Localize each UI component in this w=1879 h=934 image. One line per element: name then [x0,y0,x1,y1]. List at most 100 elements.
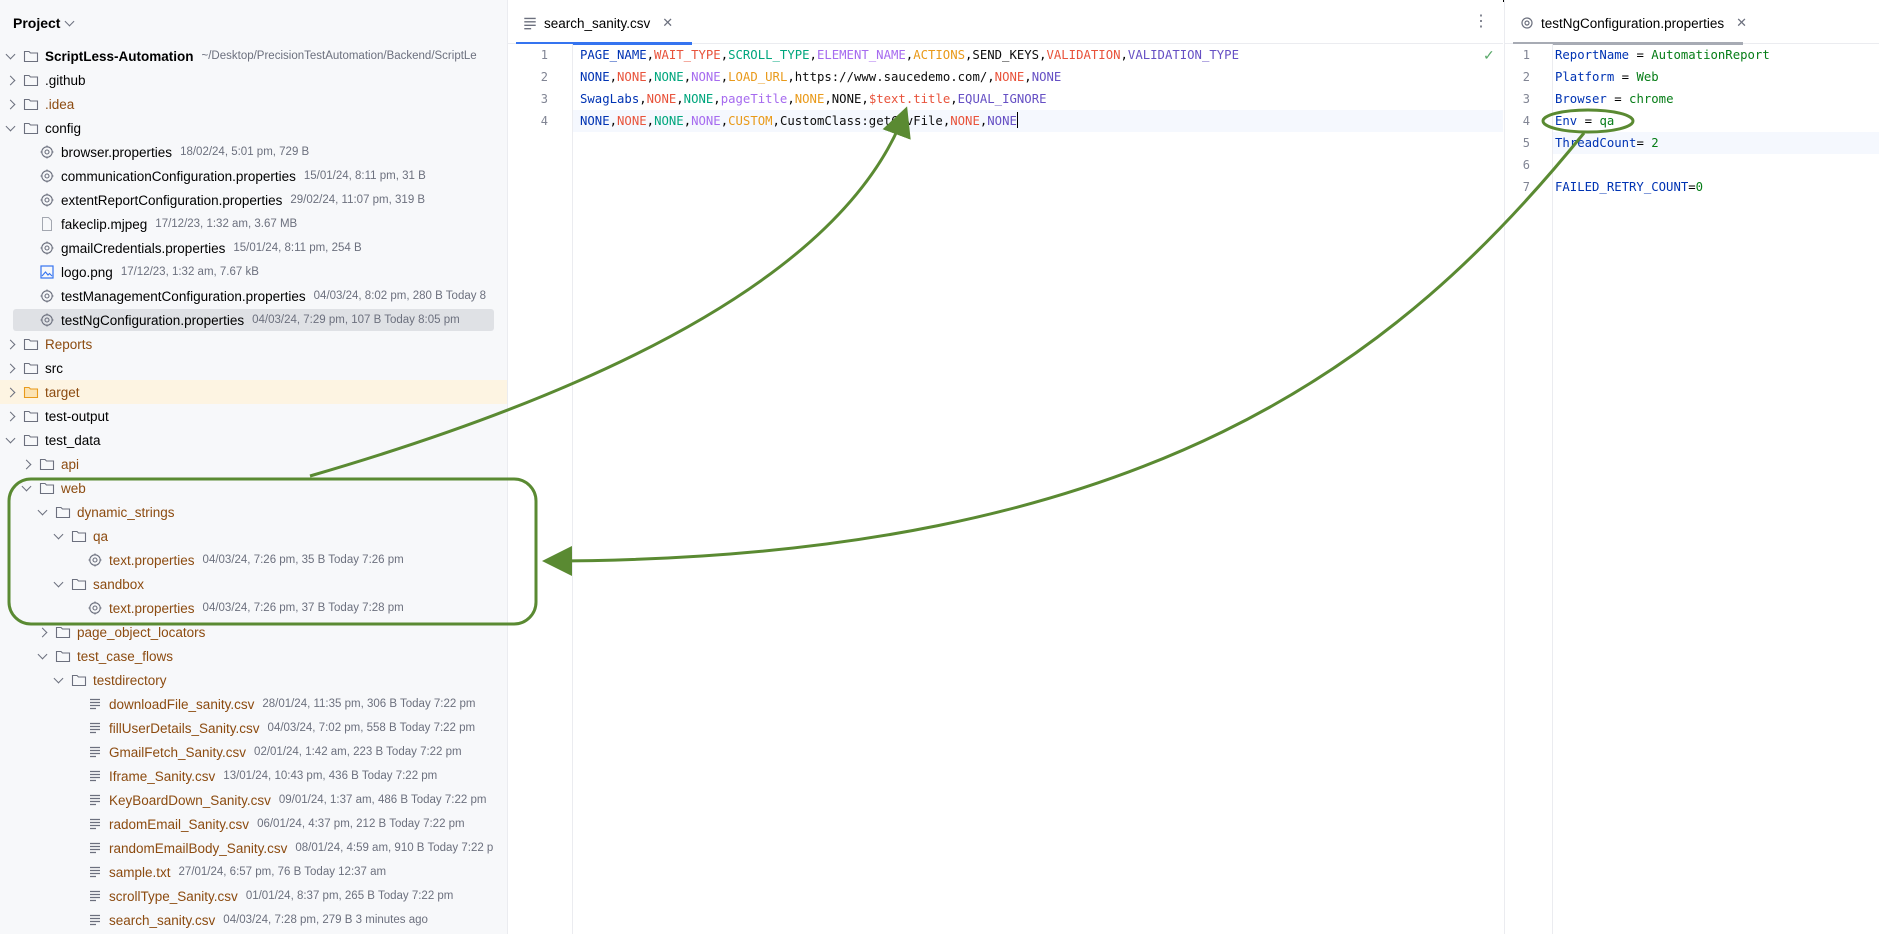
tree-item[interactable]: scrollType_Sanity.csv 01/01/24, 8:37 pm, … [0,884,507,908]
chevron-down-icon[interactable] [65,16,75,26]
file-meta: 01/01/24, 8:37 pm, 265 B Today 7:22 pm [245,890,454,902]
code-token: , [720,114,729,128]
tree-item[interactable]: text.properties 04/03/24, 7:26 pm, 35 B T… [0,548,507,572]
tree-item[interactable]: randomEmailBody_Sanity.csv 08/01/24, 4:59… [0,836,507,860]
tree-item[interactable]: Iframe_Sanity.csv 13/01/24, 10:43 pm, 436… [0,764,507,788]
gear-icon [40,169,54,183]
tree-item[interactable]: config [0,116,507,140]
tree-item[interactable]: gmailCredentials.properties 15/01/24, 8:1… [0,236,507,260]
property-line[interactable]: ReportName = AutomationReport [1555,44,1770,66]
chevron-right-icon[interactable] [5,92,17,116]
folder-icon [71,530,87,543]
tree-item[interactable]: search_sanity.csv 04/03/24, 7:28 pm, 279 … [0,908,507,932]
code-token: , [713,92,721,106]
close-icon[interactable]: ✕ [662,15,673,31]
chevron-down-icon[interactable] [21,476,33,500]
tree-item[interactable]: KeyBoardDown_Sanity.csv 09/01/24, 1:37 am… [0,788,507,812]
chevron-right-icon[interactable] [5,404,17,428]
property-line[interactable]: Env = qa [1555,110,1614,132]
code-line[interactable]: NONE,NONE,NONE,NONE,CUSTOM,CustomClass:g… [580,110,1019,132]
file-meta: ~/Desktop/PrecisionTestAutomation/Backen… [201,50,477,62]
chevron-down-icon[interactable] [53,668,65,692]
tree-item-label: api [61,456,80,472]
tree-item-label: communicationConfiguration.properties [61,168,296,184]
chevron-right-icon[interactable] [37,620,49,644]
chevron-right-icon[interactable] [5,68,17,92]
tree-item[interactable]: api [0,452,507,476]
chevron-down-icon[interactable] [37,500,49,524]
tree-item[interactable]: test_data [0,428,507,452]
tree-item-label: page_object_locators [77,624,206,640]
tree-item[interactable]: src [0,356,507,380]
code-token: SwagLabs [580,92,640,106]
chevron-down-icon[interactable] [5,428,17,452]
chevron-down-icon[interactable] [53,572,65,596]
tree-item[interactable]: ScriptLess-Automation ~/Desktop/Precision… [0,44,507,68]
more-options-icon[interactable]: ⋮ [1473,14,1489,30]
tree-item[interactable]: .github [0,68,507,92]
chevron-right-icon[interactable] [5,356,17,380]
tree-item[interactable]: sandbox [0,572,507,596]
tree-item[interactable]: fillUserDetails_Sanity.csv 04/03/24, 7:02… [0,716,507,740]
tree-item[interactable]: fakeclip.mjpeg 17/12/23, 1:32 am, 3.67 MB [0,212,507,236]
tree-item[interactable]: target [0,380,507,404]
chevron-down-icon[interactable] [37,644,49,668]
tree-item[interactable]: sample.txt 27/01/24, 6:57 pm, 76 B Today … [0,860,507,884]
project-header[interactable]: Project [0,2,507,44]
folder-icon [23,74,39,87]
code-line[interactable]: SwagLabs,NONE,NONE,pageTitle,NONE,NONE,$… [580,88,1047,110]
tree-item[interactable]: Reports [0,332,507,356]
tree-item[interactable]: text.properties 04/03/24, 7:26 pm, 37 B T… [0,596,507,620]
tree-item[interactable]: test_case_flows [0,644,507,668]
code-token: NONE [794,92,825,106]
close-icon[interactable]: ✕ [1736,15,1747,31]
chevron-right-icon[interactable] [5,332,17,356]
tree-item-label: ScriptLess-Automation [45,48,194,64]
tree-item[interactable]: test-output [0,404,507,428]
tree-item[interactable]: testNgConfiguration.properties 04/03/24, … [0,308,507,332]
property-key: Browser [1555,92,1607,106]
line-number: 2 [540,70,548,84]
tree-item[interactable]: GmailFetch_Sanity.csv 02/01/24, 1:42 am, … [0,740,507,764]
chevron-right-icon[interactable] [5,380,17,404]
tree-item[interactable]: communicationConfiguration.properties 15/… [0,164,507,188]
property-separator: = [1688,180,1696,194]
property-line[interactable]: Platform = Web [1555,66,1659,88]
line-number-gutter: 1 2 3 4 [508,44,573,934]
chevron-down-icon[interactable] [53,524,65,548]
folder-icon [23,50,39,63]
project-tool-window: Project ScriptLess-Automation ~/Desktop/P… [0,0,508,934]
chevron-down-icon[interactable] [5,116,17,140]
tree-item[interactable]: dynamic_strings [0,500,507,524]
chevron-right-icon[interactable] [21,452,33,476]
tree-item[interactable]: extentReportConfiguration.properties 29/0… [0,188,507,212]
property-key: FAILED_RETRY_COUNT [1555,180,1689,194]
code-line[interactable]: PAGE_NAME,WAIT_TYPE,SCROLL_TYPE,ELEMENT_… [580,44,1239,66]
code-line[interactable]: NONE,NONE,NONE,NONE,LOAD_URL,https://www… [580,66,1061,88]
tree-item[interactable]: page_object_locators [0,620,507,644]
property-line[interactable]: Browser = chrome [1555,88,1673,110]
tab-testng-configuration[interactable]: testNgConfiguration.properties ✕ [1513,2,1747,45]
text-file-icon [90,698,100,710]
tree-item[interactable]: qa [0,524,507,548]
property-line[interactable]: ThreadCount= 2 [1555,132,1659,154]
tree-item[interactable]: browser.properties 18/02/24, 5:01 pm, 729… [0,140,507,164]
property-line[interactable]: FAILED_RETRY_COUNT=0 [1555,176,1703,198]
line-number: 3 [540,92,548,106]
tree-item[interactable]: logo.png 17/12/23, 1:32 am, 7.67 kB [0,260,507,284]
tree-item[interactable]: downloadFile_sanity.csv 28/01/24, 11:35 p… [0,692,507,716]
tree-item-label: test_data [45,432,101,448]
tree-item[interactable]: .idea [0,92,507,116]
tree-item[interactable]: web [0,476,507,500]
text-file-icon [90,914,100,926]
tree-item[interactable]: testManagementConfiguration.properties 04… [0,284,507,308]
tree-item[interactable]: testdirectory [0,668,507,692]
tree-item[interactable]: radomEmail_Sanity.csv 06/01/24, 4:37 pm, … [0,812,507,836]
tab-search-sanity[interactable]: search_sanity.csv ✕ [516,2,692,45]
editor-search-sanity: search_sanity.csv ✕ ⋮ ✓ 1234 PAGE_NAME,W… [508,0,1503,934]
chevron-down-icon[interactable] [5,44,17,68]
tree-item-label: text.properties [109,552,195,568]
